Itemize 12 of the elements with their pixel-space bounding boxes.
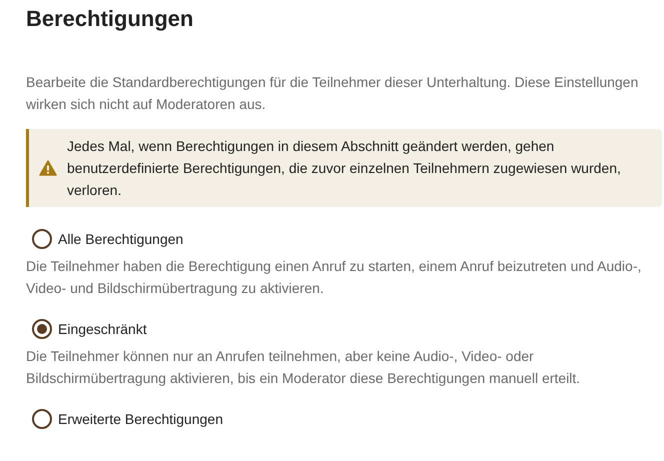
option-description: Die Teilnehmer haben die Berechtigung einen Anruf zu starten, einem Anruf beizutreten und Audio-, Video- und Bildschirmübertragung zu aktivieren. bbox=[26, 257, 642, 298]
section-description: Bearbeite die Standardberechtigungen für die Teilnehmer dieser Unterhaltung. Diese Einstellungen wirken sich nicht auf Moderatoren aus. bbox=[26, 73, 640, 114]
option-description: Die Teilnehmer können nur an Anrufen teilnehmen, aber keine Audio-, Video- oder Bildschirmübertragung aktivieren, bis ein Moderator diese Berechtigungen manuell erteilt. bbox=[26, 347, 582, 388]
option-label: Alle Berechtigungen bbox=[58, 230, 184, 249]
option-label: Erweiterte Berechtigungen bbox=[58, 410, 223, 429]
warning-icon bbox=[39, 160, 57, 176]
radio-button[interactable] bbox=[32, 229, 52, 249]
section-title: Berechtigungen bbox=[26, 5, 194, 33]
radio-button[interactable] bbox=[32, 409, 52, 429]
option-label: Eingeschränkt bbox=[58, 320, 147, 339]
warning-text: Jedes Mal, wenn Berechtigungen in diesem Abschnitt geändert werden, gehen benutzerdefinierte Berechtigungen, die zuvor einzelnen Teilnehmern zugewiesen wurden, verloren. bbox=[67, 137, 622, 200]
radio-button[interactable] bbox=[32, 319, 52, 339]
